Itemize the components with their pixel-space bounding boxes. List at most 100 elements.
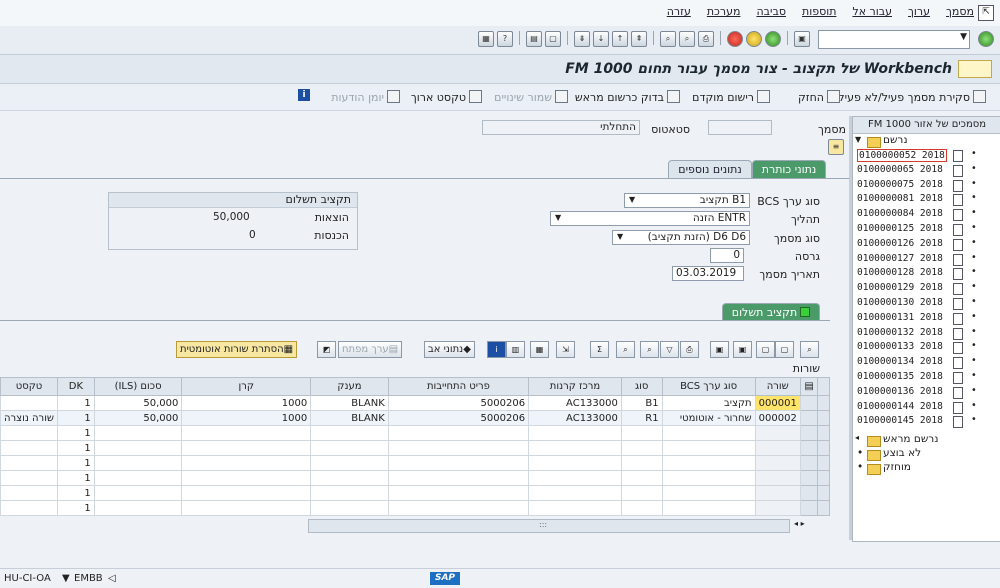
collapse-icon[interactable]: ◁ xyxy=(108,573,116,584)
column-header-line[interactable]: שורה xyxy=(754,377,801,396)
table-row[interactable]: 1 xyxy=(0,455,830,471)
export-icon[interactable]: ⇲ xyxy=(556,341,575,358)
row-selector[interactable] xyxy=(799,425,819,441)
help-icon[interactable]: ? xyxy=(497,31,513,47)
table-cell[interactable] xyxy=(181,455,312,471)
column-header-commitment-item[interactable]: פריט התחייבות xyxy=(387,377,530,396)
row-selector[interactable] xyxy=(799,395,819,411)
table-cell[interactable]: BLANK xyxy=(310,395,389,411)
find-icon[interactable]: ⌕ xyxy=(679,31,695,47)
long-text-button[interactable]: טקסט ארוך xyxy=(411,90,482,104)
splitter[interactable] xyxy=(849,116,852,540)
column-header-funds-center[interactable]: מרכז קרנות xyxy=(528,377,622,396)
tree-item-document[interactable]: 0100000145 2018 • xyxy=(853,414,1000,429)
table-cell[interactable] xyxy=(93,485,183,501)
table-cell[interactable] xyxy=(310,455,389,471)
filter-icon[interactable]: ▽ xyxy=(660,341,679,358)
table-cell[interactable] xyxy=(754,425,801,441)
row-selector[interactable] xyxy=(799,455,819,471)
table-cell[interactable] xyxy=(0,440,59,456)
menu-document[interactable]: מסמך xyxy=(946,5,974,18)
last-page-icon[interactable]: ⇟ xyxy=(574,31,590,47)
table-row[interactable]: 1 xyxy=(0,470,830,486)
tree-item-document[interactable]: 0100000136 2018 • xyxy=(853,385,1000,400)
process-select[interactable]: ENTR הזנה ▼ xyxy=(550,211,750,226)
table-cell[interactable] xyxy=(661,485,756,501)
vertical-scrollbar-cell[interactable] xyxy=(817,455,830,471)
table-cell[interactable] xyxy=(387,485,530,501)
table-row[interactable]: 1 xyxy=(0,485,830,501)
table-cell[interactable] xyxy=(181,470,312,486)
table-cell[interactable] xyxy=(387,425,530,441)
layout-icon[interactable]: ▦ xyxy=(478,31,494,47)
message-log-button[interactable]: יומן הודעות xyxy=(331,90,400,104)
table-cell[interactable] xyxy=(181,485,312,501)
table-cell[interactable] xyxy=(754,485,801,501)
tree-item-document[interactable]: 0100000131 2018 • xyxy=(853,311,1000,326)
next-page-icon[interactable]: ↓ xyxy=(593,31,609,47)
tree-item-document[interactable]: 0100000125 2018 • xyxy=(853,222,1000,237)
table-cell[interactable]: 1 xyxy=(57,485,95,501)
vertical-scrollbar-cell[interactable] xyxy=(817,500,830,516)
layout-icon[interactable]: ▦ xyxy=(530,341,549,358)
table-cell[interactable] xyxy=(661,440,756,456)
key-value-button[interactable]: ▤ערך מפתח xyxy=(338,341,403,358)
table-cell[interactable]: BLANK xyxy=(310,410,389,426)
table-cell[interactable]: 50,000 xyxy=(93,395,183,411)
tree-item-document[interactable]: 0100000144 2018 • xyxy=(853,400,1000,415)
info-icon[interactable]: i xyxy=(487,341,506,358)
tree-item-document[interactable]: 0100000135 2018 • xyxy=(853,370,1000,385)
menu-goto[interactable]: עבור אל xyxy=(852,5,892,18)
chart-icon[interactable]: ◩ xyxy=(317,341,336,358)
delete-row-icon[interactable]: ▢ xyxy=(756,341,775,358)
enter-icon[interactable] xyxy=(978,31,994,47)
find-next-icon[interactable]: ⌕ xyxy=(660,31,676,47)
table-cell[interactable] xyxy=(620,470,663,486)
table-cell[interactable] xyxy=(620,500,663,516)
check-parked-button[interactable]: בדוק כרשום מראש xyxy=(575,90,680,104)
table-cell[interactable]: 1 xyxy=(57,410,95,426)
save-icon[interactable]: ▣ xyxy=(794,31,810,47)
table-cell[interactable] xyxy=(310,485,389,501)
table-cell[interactable]: שחרור - אוטומטי xyxy=(661,410,756,426)
tab-payment-budget[interactable]: תקציב תשלום xyxy=(722,303,820,321)
park-button[interactable]: רישום מוקדם xyxy=(692,90,770,104)
table-cell[interactable]: B1 xyxy=(620,395,663,411)
back-icon[interactable] xyxy=(765,31,781,47)
bcs-value-type-select[interactable]: B1 תקציב ▼ xyxy=(624,193,750,208)
table-cell[interactable]: AC133000 xyxy=(528,410,622,426)
table-cell[interactable] xyxy=(0,395,59,411)
column-header-amount[interactable]: סכום (ILS) xyxy=(93,377,183,396)
menu-edit[interactable]: ערוך xyxy=(908,5,930,18)
table-cell[interactable] xyxy=(310,470,389,486)
tree-item-document[interactable]: 0100000075 2018 • xyxy=(853,178,1000,193)
tree-item-document[interactable]: 0100000084 2018 • xyxy=(853,207,1000,222)
table-cell[interactable] xyxy=(528,500,622,516)
new-session-icon[interactable]: ▢ xyxy=(545,31,561,47)
column-header-text[interactable]: טקסט xyxy=(0,377,59,396)
table-cell[interactable]: 1 xyxy=(57,500,95,516)
print-icon[interactable]: ⎙ xyxy=(680,341,699,358)
row-selector[interactable] xyxy=(799,500,819,516)
cancel-icon[interactable] xyxy=(727,31,743,47)
table-cell[interactable] xyxy=(661,425,756,441)
table-cell[interactable]: 1 xyxy=(57,395,95,411)
document-field[interactable] xyxy=(708,120,772,135)
chevron-down-icon[interactable]: ▼ xyxy=(62,573,70,584)
shortcut-icon[interactable]: ▤ xyxy=(526,31,542,47)
table-cell[interactable]: 5000206 xyxy=(387,410,530,426)
tree-folder-posted[interactable]: ▼ נרשם xyxy=(853,134,1000,148)
copy-row-icon[interactable]: ▣ xyxy=(733,341,752,358)
table-cell[interactable]: 5000206 xyxy=(387,395,530,411)
table-cell[interactable]: R1 xyxy=(620,410,663,426)
table-cell[interactable] xyxy=(387,500,530,516)
table-cell[interactable] xyxy=(620,440,663,456)
table-cell[interactable]: 1000 xyxy=(181,410,312,426)
find-next-icon[interactable]: ⌕ xyxy=(616,341,635,358)
table-cell[interactable] xyxy=(620,455,663,471)
column-header-bcs-value-type[interactable]: סוג ערך BCS xyxy=(661,377,756,396)
table-cell[interactable] xyxy=(93,455,183,471)
table-row[interactable]: שורה נוצרה 1 50,000 1000 BLANK 5000206 AC13300… xyxy=(0,410,830,426)
vertical-scrollbar-cell[interactable] xyxy=(817,440,830,456)
hold-button[interactable]: החזק xyxy=(798,90,840,104)
